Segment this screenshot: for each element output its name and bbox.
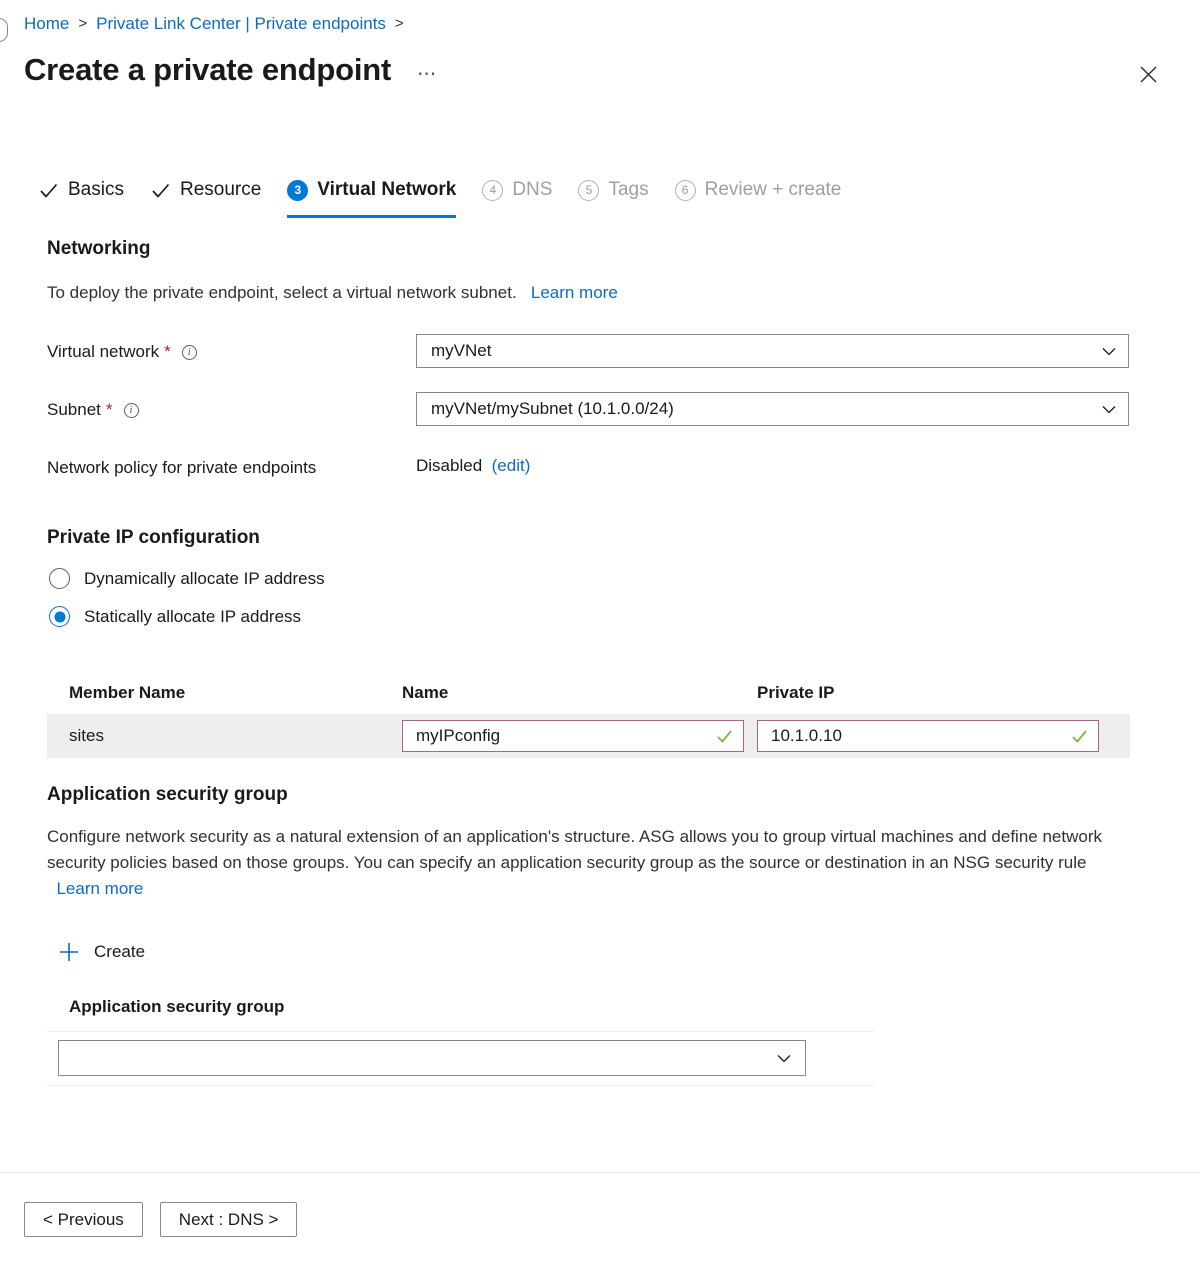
close-icon[interactable] (1132, 58, 1164, 90)
radio-label: Statically allocate IP address (84, 607, 301, 627)
valid-check-icon (1071, 728, 1088, 745)
ipconfig-name-value: myIPconfig (416, 726, 716, 746)
info-icon[interactable]: i (124, 403, 139, 418)
breadcrumb: Home > Private Link Center | Private end… (24, 13, 413, 35)
tab-label: Resource (180, 179, 261, 201)
step-number: 5 (578, 180, 599, 201)
ipconfig-name-input[interactable]: myIPconfig (402, 720, 744, 752)
asg-learn-more-link[interactable]: Learn more (56, 879, 143, 898)
asg-description-text: Configure network security as a natural … (47, 827, 1102, 872)
ip-configuration-table: Member Name Name Private IP sites myIPco… (47, 672, 1130, 758)
breadcrumb-separator: > (78, 13, 87, 35)
virtual-network-label-text: Virtual network (47, 342, 159, 362)
networking-description-text: To deploy the private endpoint, select a… (47, 283, 517, 302)
valid-check-icon (716, 728, 733, 745)
radio-statically-allocate[interactable]: Statically allocate IP address (49, 606, 301, 627)
network-policy-value-row: Disabled (edit) (416, 456, 530, 476)
page-title: Create a private endpoint (24, 52, 391, 88)
previous-button[interactable]: < Previous (24, 1202, 143, 1237)
tab-dns[interactable]: 4 DNS (482, 176, 552, 206)
private-ip-input[interactable]: 10.1.0.10 (757, 720, 1099, 752)
asg-description: Configure network security as a natural … (47, 824, 1112, 902)
breadcrumb-item-home[interactable]: Home (24, 13, 69, 35)
check-icon (150, 180, 171, 201)
table-header-row: Member Name Name Private IP (47, 672, 1130, 714)
network-policy-value: Disabled (416, 456, 482, 475)
tab-label: Review + create (705, 179, 842, 201)
asg-divider-top (47, 1031, 875, 1032)
radio-button[interactable] (49, 568, 70, 589)
tab-review-create[interactable]: 6 Review + create (675, 176, 842, 206)
footer-divider (0, 1172, 1200, 1173)
active-tab-underline (287, 215, 456, 218)
asg-heading: Application security group (47, 784, 288, 806)
page-title-row: Create a private endpoint ⋯ (24, 52, 438, 88)
subnet-label-text: Subnet (47, 400, 101, 420)
tab-label: Virtual Network (317, 179, 456, 201)
plus-icon (58, 941, 80, 963)
networking-learn-more-link[interactable]: Learn more (531, 283, 618, 302)
tab-label: Basics (68, 179, 124, 201)
tab-label: DNS (512, 179, 552, 201)
create-asg-label: Create (94, 942, 145, 962)
wizard-footer: < Previous Next : DNS > (24, 1202, 314, 1237)
step-number-badge: 6 (675, 180, 696, 201)
virtual-network-dropdown[interactable]: myVNet (416, 334, 1129, 368)
chevron-down-icon (1102, 405, 1116, 414)
private-ip-value: 10.1.0.10 (771, 726, 1071, 746)
asg-column-header: Application security group (69, 997, 284, 1017)
step-number-badge: 3 (287, 180, 308, 201)
asg-select-dropdown[interactable] (58, 1040, 806, 1076)
subnet-label: Subnet * i (47, 400, 139, 420)
cell-name: myIPconfig (402, 720, 757, 752)
subnet-value: myVNet/mySubnet (10.1.0.0/24) (431, 399, 1102, 419)
table-row: sites myIPconfig 10.1.0.10 (47, 714, 1130, 758)
private-ip-configuration-heading: Private IP configuration (47, 527, 260, 549)
network-policy-label-text: Network policy for private endpoints (47, 458, 316, 478)
tab-virtual-network[interactable]: 3 Virtual Network (287, 176, 456, 206)
virtual-network-value: myVNet (431, 341, 1102, 361)
asg-divider-bottom (47, 1085, 875, 1086)
tab-label: Tags (608, 179, 648, 201)
breadcrumb-separator: > (395, 13, 404, 35)
radio-dynamically-allocate[interactable]: Dynamically allocate IP address (49, 568, 325, 589)
networking-description: To deploy the private endpoint, select a… (47, 280, 618, 306)
column-header-name: Name (402, 683, 757, 703)
create-asg-button[interactable]: Create (58, 941, 145, 963)
clipped-edge-artifact (0, 18, 8, 42)
networking-heading: Networking (47, 238, 150, 260)
more-options-icon[interactable]: ⋯ (417, 63, 438, 86)
chevron-down-icon (1102, 347, 1116, 356)
step-number-badge: 4 (482, 180, 503, 201)
step-number: 4 (482, 180, 503, 201)
subnet-dropdown[interactable]: myVNet/mySubnet (10.1.0.0/24) (416, 392, 1129, 426)
virtual-network-label: Virtual network * i (47, 342, 197, 362)
tab-resource[interactable]: Resource (150, 176, 261, 206)
step-number: 3 (287, 180, 308, 201)
network-policy-label: Network policy for private endpoints (47, 458, 316, 478)
required-indicator: * (164, 342, 171, 362)
chevron-down-icon (777, 1054, 791, 1063)
check-icon (38, 180, 59, 201)
breadcrumb-item-private-link-center[interactable]: Private Link Center | Private endpoints (96, 13, 386, 35)
cell-member-name: sites (47, 726, 402, 746)
tab-basics[interactable]: Basics (38, 176, 124, 206)
radio-button[interactable] (49, 606, 70, 627)
wizard-tabs: Basics Resource 3 Virtual Network 4 DNS … (38, 176, 867, 220)
column-header-member-name: Member Name (47, 683, 402, 703)
cell-private-ip: 10.1.0.10 (757, 720, 1130, 752)
column-header-private-ip: Private IP (757, 683, 1130, 703)
info-icon[interactable]: i (182, 345, 197, 360)
step-number: 6 (675, 180, 696, 201)
radio-label: Dynamically allocate IP address (84, 569, 325, 589)
required-indicator: * (106, 400, 113, 420)
step-number-badge: 5 (578, 180, 599, 201)
next-button[interactable]: Next : DNS > (160, 1202, 298, 1237)
tab-tags[interactable]: 5 Tags (578, 176, 648, 206)
network-policy-edit-link[interactable]: (edit) (492, 456, 531, 475)
